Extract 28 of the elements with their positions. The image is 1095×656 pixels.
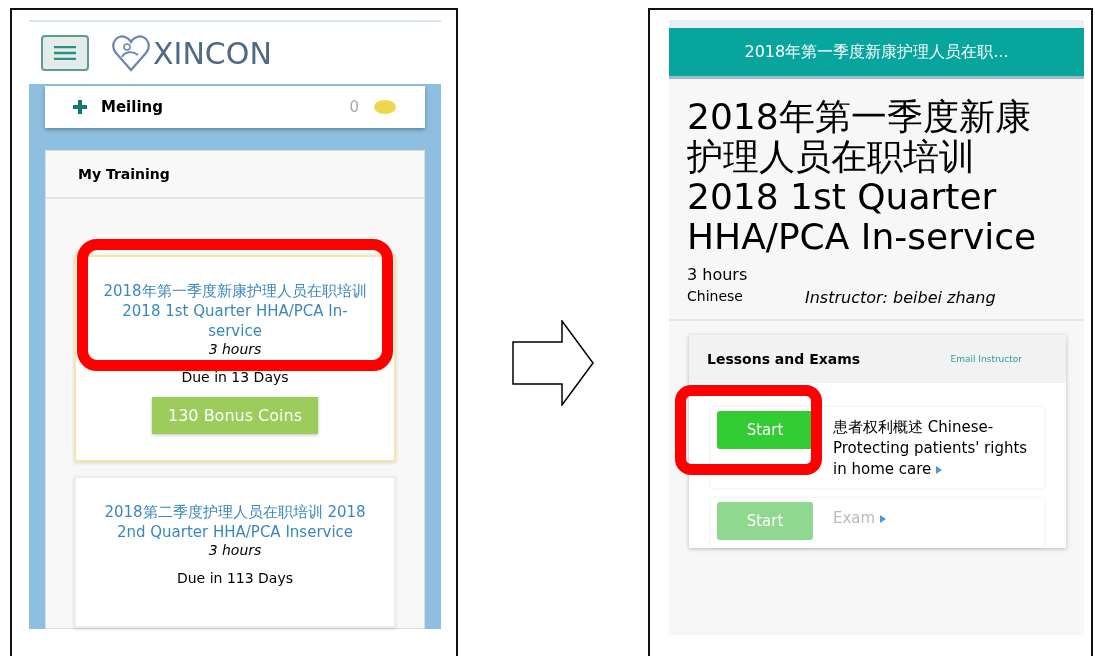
course-title: 2018年第一季度新康护理人员在职培训 2018 1st Quarter HHA/PCA In-service <box>687 97 1038 257</box>
menu-button[interactable] <box>41 35 89 71</box>
logo-text: XINCON <box>153 35 272 71</box>
header-title: 2018年第一季度新康护理人员在职... <box>744 41 1009 63</box>
panel-title: Lessons and Exams <box>707 351 861 367</box>
coin-count: 0 <box>349 98 359 116</box>
panel-title: My Training <box>78 166 170 182</box>
due-text: Due in 13 Days <box>181 369 289 385</box>
heart-logo-icon <box>111 33 151 73</box>
course-hours: 3 hours <box>208 341 262 357</box>
course-link[interactable]: 2018年第一季度新康护理人员在职培训 2018 1st Quarter HHA/PCA In-service <box>99 281 371 341</box>
right-arrow-icon <box>512 320 594 406</box>
bonus-coins-button[interactable]: 130 Bonus Coins <box>152 397 318 434</box>
email-instructor-link[interactable]: Email Instructor <box>950 354 1022 364</box>
start-button[interactable]: Start <box>717 411 813 449</box>
due-text: Due in 113 Days <box>176 570 293 586</box>
user-name: Meiling <box>101 98 164 116</box>
menu-icon <box>54 46 76 60</box>
course-link[interactable]: 2018第二季度护理人员在职培训 2018 2nd Quarter HHA/PCA Inservice <box>99 502 371 542</box>
course-hours: 3 hours <box>687 265 749 284</box>
play-icon <box>936 466 943 474</box>
play-icon <box>880 515 887 523</box>
language-text: Chinese <box>687 288 743 306</box>
instructor-text: Instructor: beibei zhang <box>804 288 996 307</box>
lesson-title[interactable]: 患者权利概述 Chinese-Protecting patients' rights in home care <box>833 411 1033 480</box>
coin-icon <box>373 99 397 115</box>
course-hours: 3 hours <box>208 542 262 558</box>
plus-icon <box>73 100 87 114</box>
